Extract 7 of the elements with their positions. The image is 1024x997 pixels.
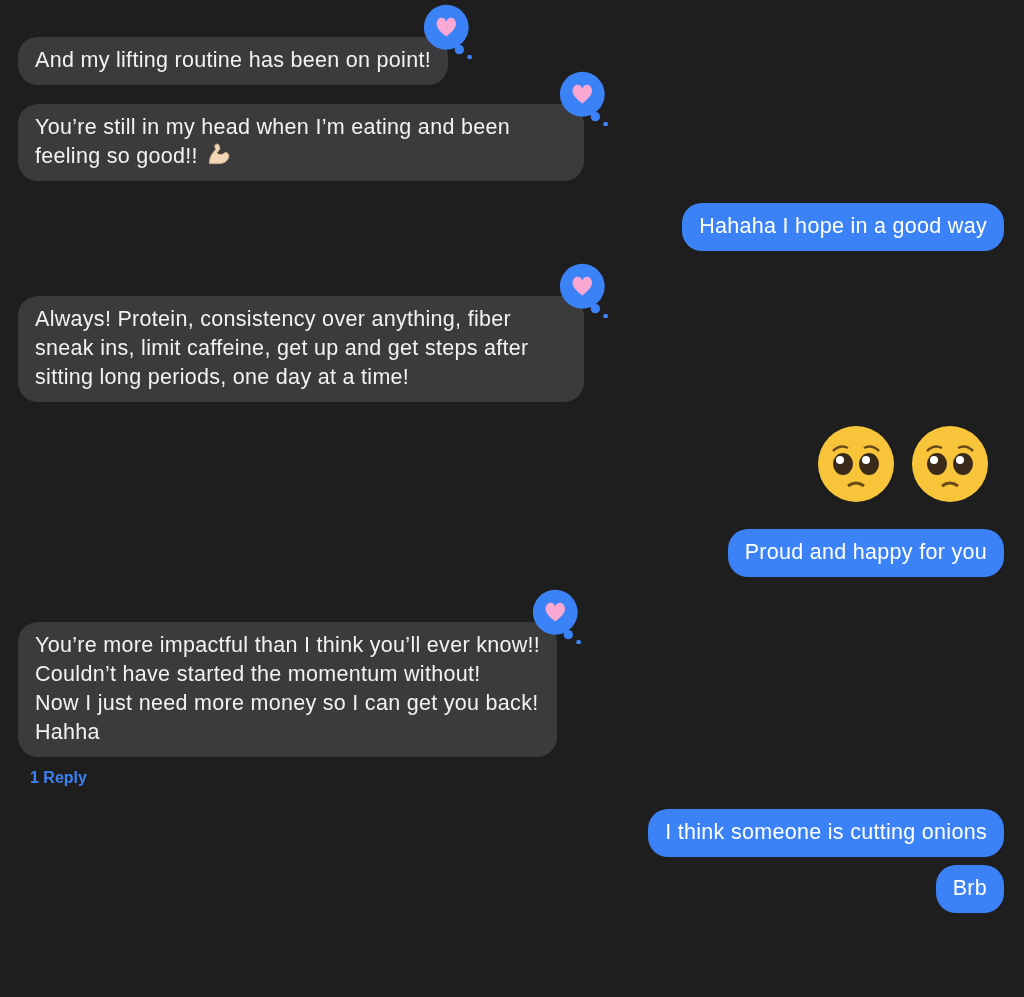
pleading-face-icon (816, 424, 896, 504)
pleading-face-icon (910, 424, 990, 504)
sent-message: Brb (935, 865, 1004, 913)
sent-message: I think someone is cutting onions (648, 809, 1004, 857)
reply-link[interactable]: 1 Reply (30, 769, 87, 787)
sent-message: Hahaha I hope in a good way (682, 203, 1004, 251)
sent-message: Proud and happy for you (727, 529, 1004, 577)
